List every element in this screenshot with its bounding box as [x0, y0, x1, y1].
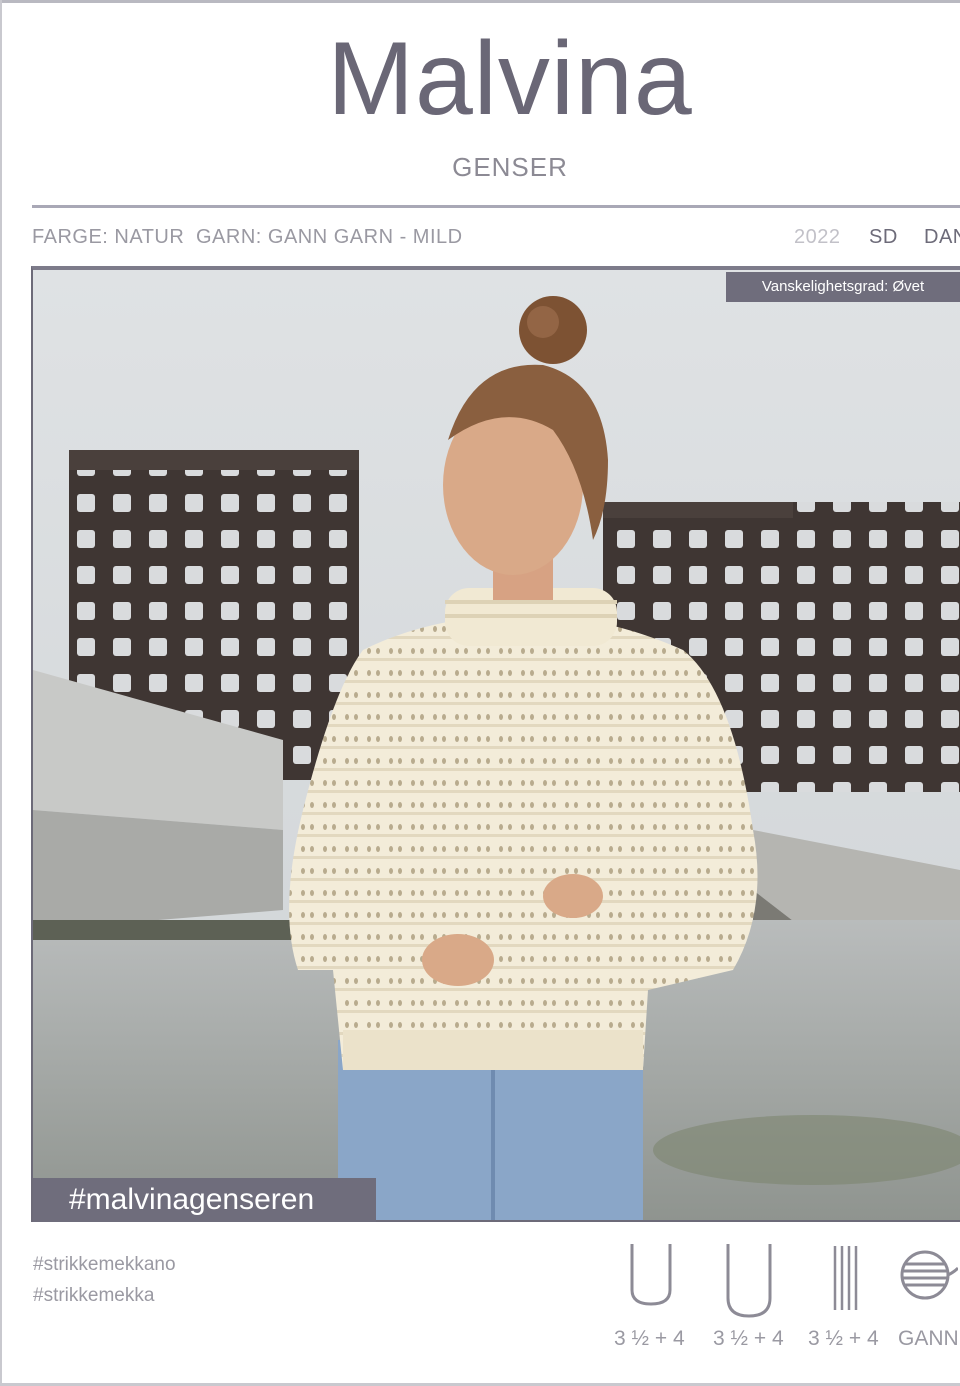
header-divider — [32, 205, 960, 208]
circular-needle-icon — [726, 1244, 772, 1318]
photo-illustration — [33, 270, 960, 1220]
yarn-ball-icon — [900, 1250, 958, 1300]
meta-year: 2022 — [794, 226, 841, 248]
difficulty-badge: Vanskelighetsgrad: Øvet — [726, 272, 960, 302]
tool-label: 3 ½ + 4 — [713, 1327, 784, 1350]
footer-hashtag: #strikkemekkano — [33, 1254, 176, 1275]
meta-language-code: SD — [869, 226, 898, 248]
frame-border-top — [0, 0, 960, 3]
frame-border-left — [0, 0, 2, 1386]
meta-yarn: GARN: GANN GARN - MILD — [196, 226, 463, 248]
tool-label: 3 ½ + 4 — [614, 1327, 685, 1350]
tool-label: GANN — [898, 1327, 959, 1350]
pattern-subtitle: GENSER — [452, 152, 568, 182]
main-hashtag: #malvinagenseren — [33, 1178, 376, 1222]
tool-label: 3 ½ + 4 — [808, 1327, 879, 1350]
double-pointed-needles-icon — [833, 1246, 858, 1310]
circular-needle-icon — [630, 1244, 672, 1306]
meta-language-code: DAN — [924, 226, 960, 248]
footer-hashtag: #strikkemekka — [33, 1285, 155, 1306]
meta-row: FARGE: NATUR GARN: GANN GARN - MILD 2022… — [32, 226, 960, 256]
cover-photo — [31, 266, 960, 1222]
pattern-title: Malvina — [327, 21, 693, 137]
meta-color: FARGE: NATUR — [32, 226, 185, 248]
